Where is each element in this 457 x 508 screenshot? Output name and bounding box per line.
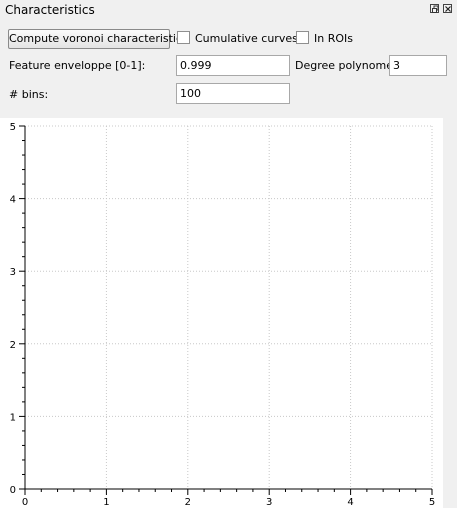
degree-polynome-label: Degree polynome: [295, 59, 397, 72]
in-rois-checkbox[interactable] [296, 31, 309, 44]
float-window-icon[interactable] [430, 4, 439, 13]
plot-canvas: 0 1 2 3 4 5 0 1 2 3 4 5 [0, 118, 443, 508]
bins-label: # bins: [9, 88, 49, 101]
bins-input[interactable]: 100 [176, 83, 290, 104]
characteristics-plot[interactable]: 0 1 2 3 4 5 0 1 2 3 4 5 [0, 118, 443, 508]
degree-polynome-input[interactable]: 3 [389, 55, 447, 76]
y-tick-label: 0 [10, 485, 16, 496]
feature-envelope-label: Feature enveloppe [0-1]: [9, 59, 146, 72]
y-tick-label: 4 [10, 195, 16, 206]
y-tick-label: 3 [10, 267, 16, 278]
cumulative-curves-checkbox[interactable] [177, 31, 190, 44]
close-icon[interactable] [443, 4, 452, 13]
x-tick-label: 3 [266, 497, 272, 508]
x-tick-label: 2 [185, 497, 191, 508]
y-tick-label: 1 [10, 412, 16, 423]
x-tick-label: 5 [429, 497, 435, 508]
window-title: Characteristics [5, 3, 95, 17]
cumulative-curves-label: Cumulative curves [195, 32, 298, 45]
feature-envelope-input[interactable]: 0.999 [176, 55, 290, 76]
y-tick-label: 2 [10, 340, 16, 351]
x-tick-label: 4 [347, 497, 353, 508]
compute-voronoi-button[interactable]: Compute voronoi characteristics [8, 29, 188, 49]
x-tick-label: 0 [22, 497, 28, 508]
plot-background [0, 118, 443, 508]
title-bar: Characteristics [0, 0, 457, 20]
in-rois-label: In ROIs [314, 32, 353, 45]
x-tick-label: 1 [103, 497, 109, 508]
y-tick-label: 5 [10, 122, 16, 133]
